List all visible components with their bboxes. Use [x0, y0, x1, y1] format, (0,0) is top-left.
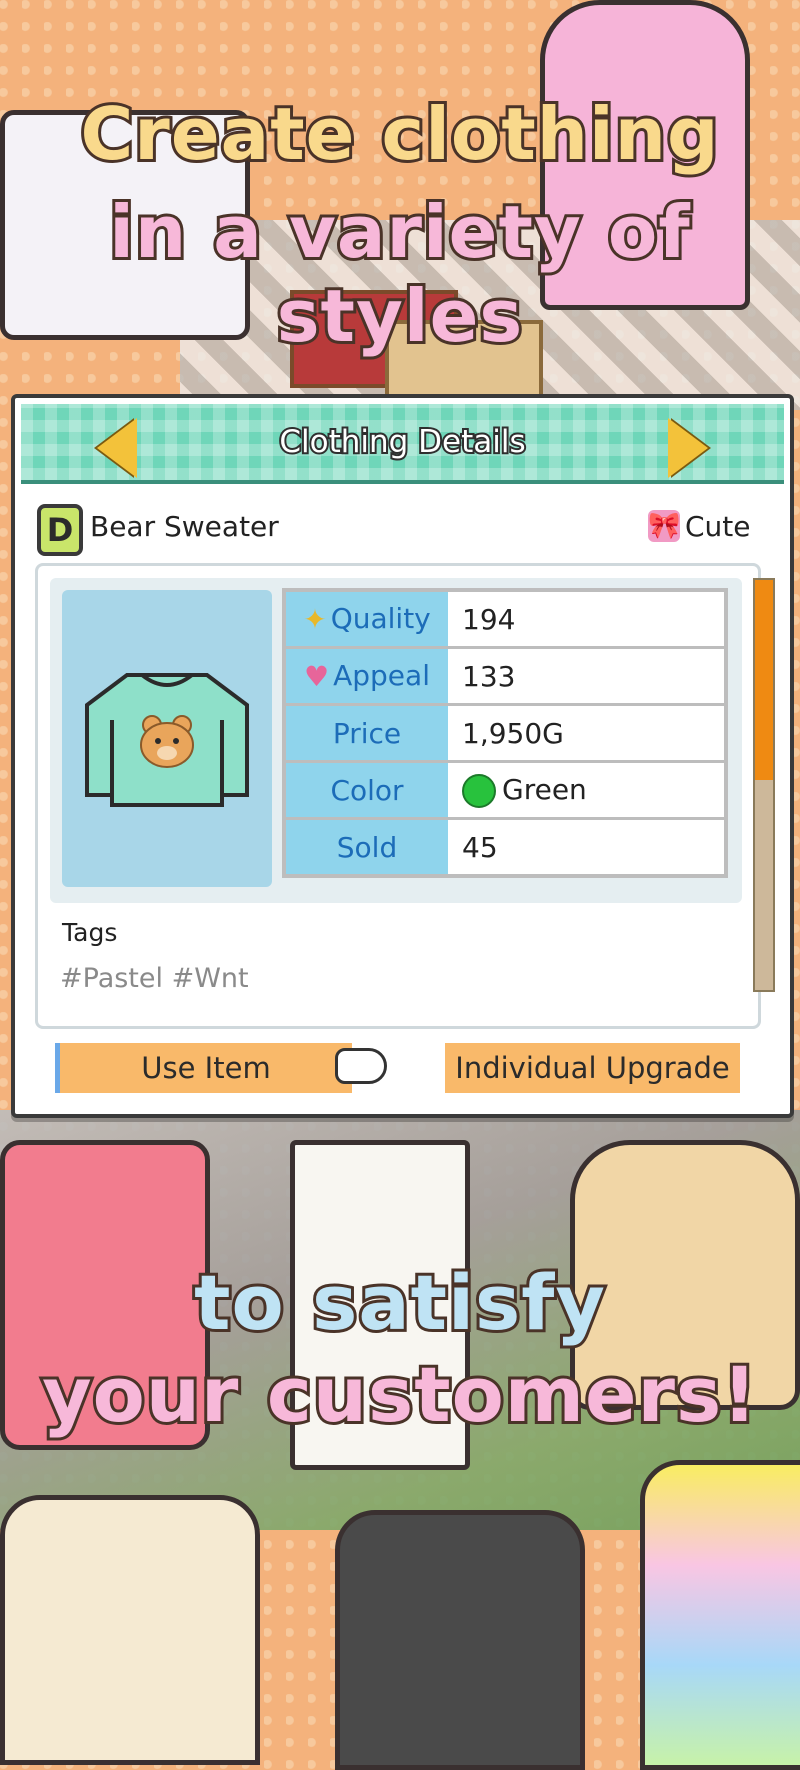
stat-value-cell: Green [448, 761, 726, 820]
next-arrow-icon[interactable] [668, 418, 708, 478]
item-name: Bear Sweater [90, 510, 279, 543]
stat-value: 194 [448, 590, 726, 649]
scrollbar-thumb[interactable] [755, 580, 773, 780]
bow-icon: 🎀 [648, 510, 681, 542]
item-image-frame [62, 590, 272, 887]
details-scrollbar[interactable] [753, 578, 775, 992]
style-label: Cute [685, 510, 751, 543]
stat-label-cell: ♥ Appeal [284, 647, 448, 706]
stat-value: 1,950G [448, 704, 726, 763]
details-card: ✦ Quality 194 ♥ Appeal 133 Price 1,950G Co… [35, 563, 761, 1029]
use-item-button[interactable]: Use Item [55, 1043, 352, 1093]
stat-label: Color [284, 761, 448, 820]
green-dot-icon [462, 773, 496, 808]
stat-label: Appeal [333, 658, 430, 692]
stat-row-sold: Sold 45 [284, 818, 726, 878]
panel-header: Clothing Details [21, 404, 784, 484]
clothing-details-panel: Clothing Details D Bear Sweater 🎀 Cute ✦… [11, 394, 794, 1118]
stat-value: Green [502, 772, 587, 806]
individual-upgrade-button[interactable]: Individual Upgrade [445, 1043, 740, 1093]
stat-value: 133 [448, 647, 726, 706]
cream-sweater-illustration [0, 1495, 260, 1765]
stat-value: 45 [448, 818, 726, 878]
stat-row-quality: ✦ Quality 194 [284, 590, 726, 649]
stat-row-appeal: ♥ Appeal 133 [284, 647, 726, 706]
headline-line-2: in a variety of styles [106, 187, 692, 361]
sparkle-icon: ✦ [303, 603, 327, 637]
rank-badge: D [37, 504, 83, 556]
stats-table: ✦ Quality 194 ♥ Appeal 133 Price 1,950G Co… [282, 588, 728, 878]
stat-row-color: Color Green [284, 761, 726, 820]
stat-label: Price [284, 704, 448, 763]
stat-label: Quality [330, 601, 431, 635]
stat-label: Sold [284, 818, 448, 878]
details-box: ✦ Quality 194 ♥ Appeal 133 Price 1,950G Co… [50, 578, 742, 903]
stat-label-cell: ✦ Quality [284, 590, 448, 649]
headline-line-4: your customers! [39, 1347, 760, 1442]
headline-line-1: Create clothing [77, 89, 721, 179]
pointing-hand-icon [335, 1048, 387, 1084]
bear-sweater-image [85, 673, 249, 807]
tags-value: #Pastel #Wnt [60, 963, 249, 994]
stat-row-price: Price 1,950G [284, 704, 726, 763]
tags-title: Tags [62, 918, 118, 947]
heart-icon: ♥ [304, 660, 330, 694]
headline-line-3: to satisfy [191, 1255, 608, 1350]
rainbow-jacket-illustration [640, 1460, 800, 1770]
leather-jacket-illustration [335, 1510, 585, 1770]
